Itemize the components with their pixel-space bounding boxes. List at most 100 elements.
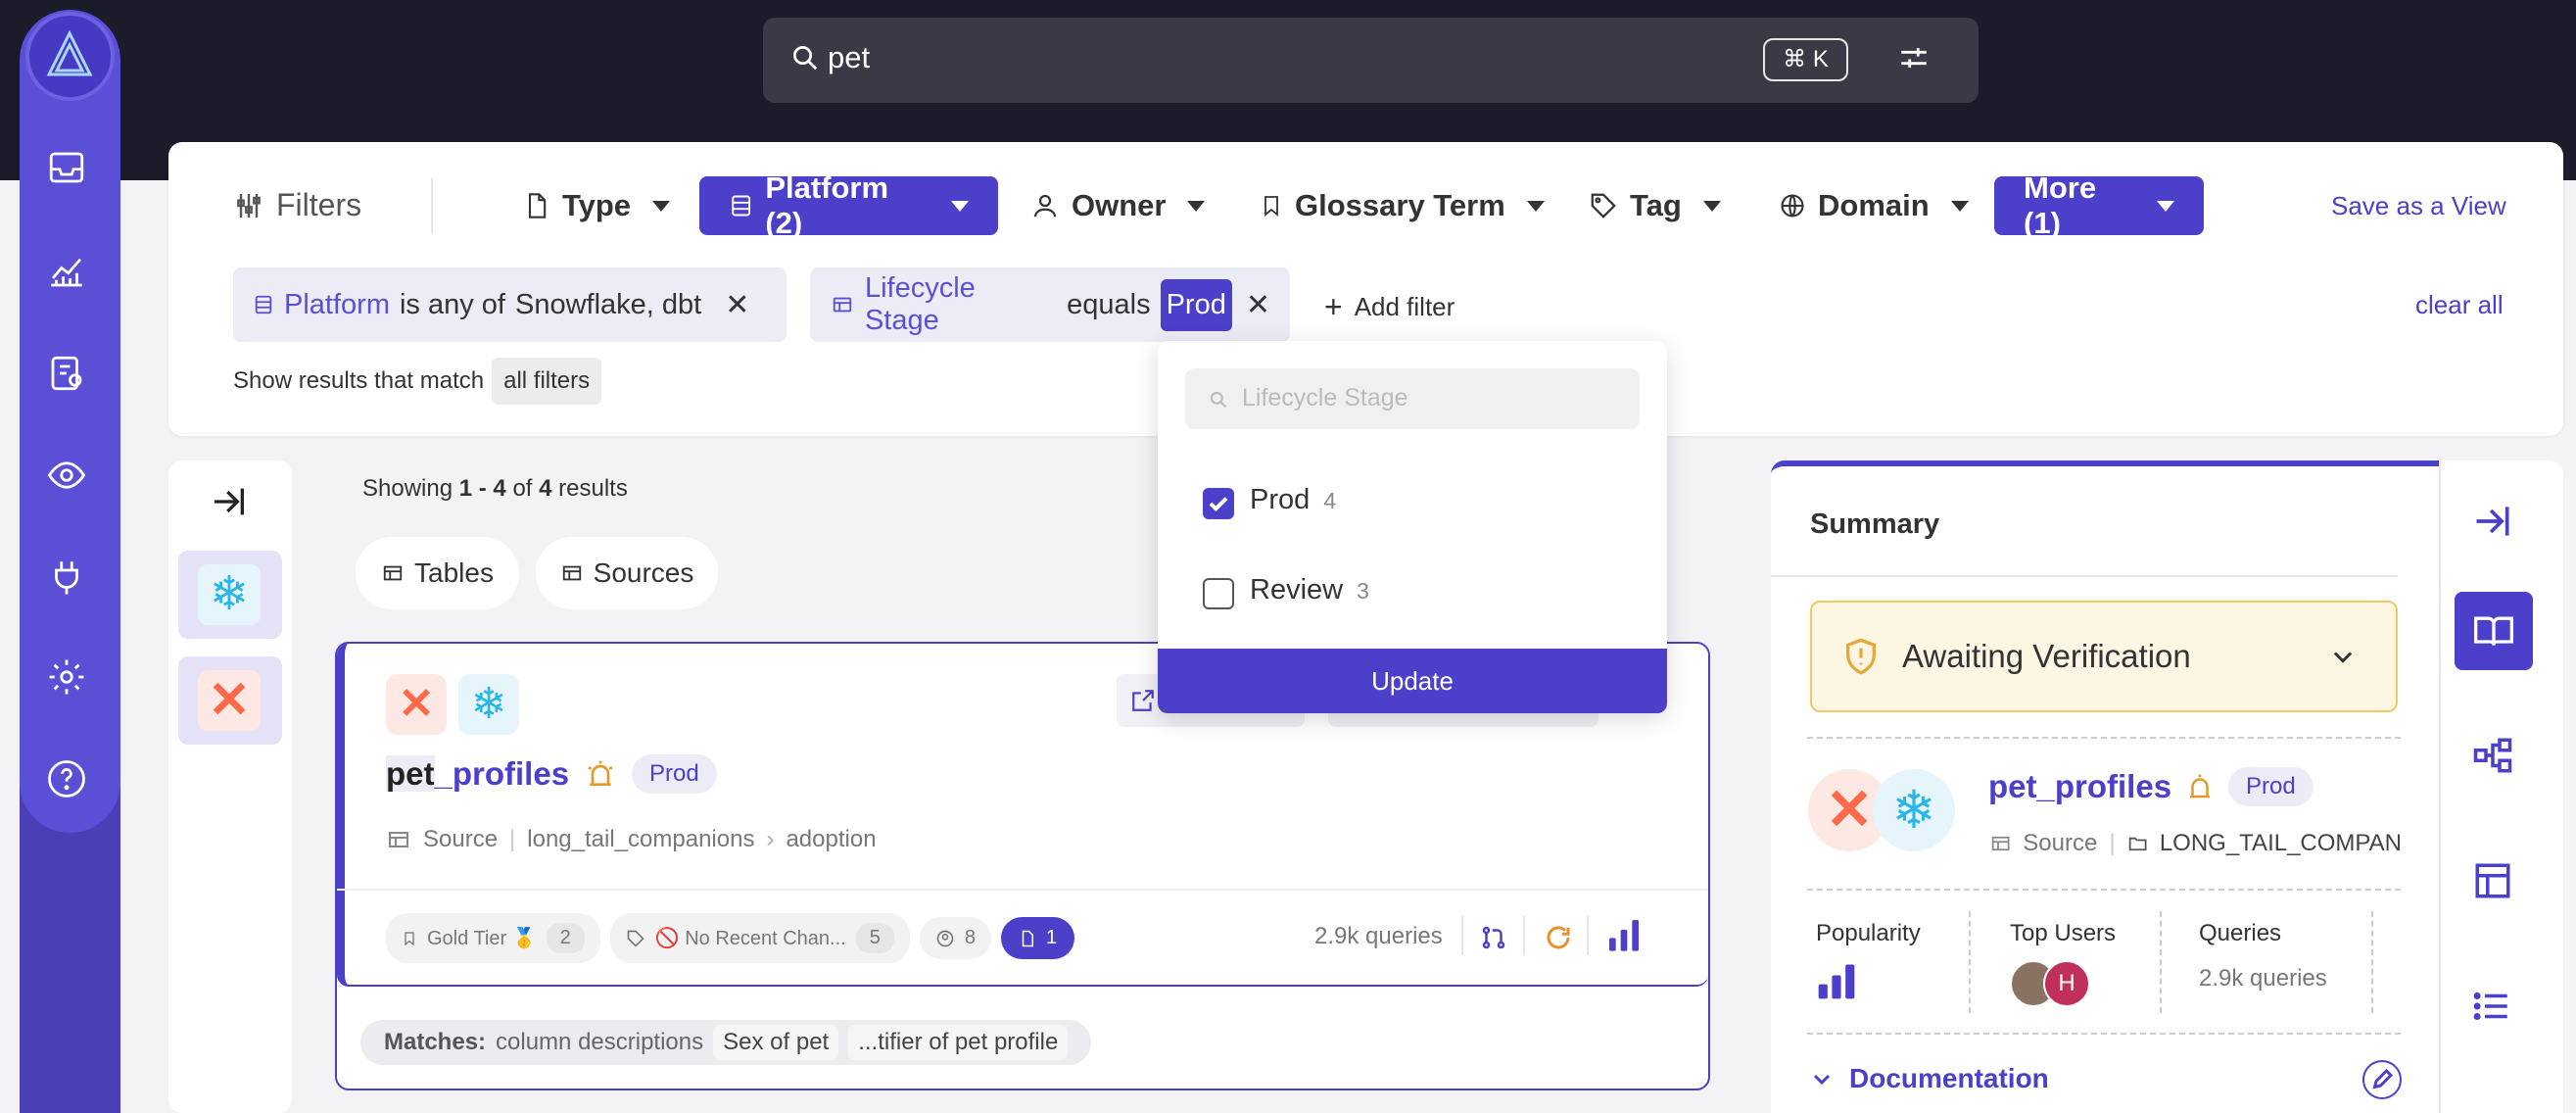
add-filter-button[interactable]: + Add filter	[1324, 289, 1455, 325]
user-icon	[1033, 194, 1057, 218]
sources-tab[interactable]: Sources	[536, 537, 718, 609]
inbox-icon[interactable]	[46, 147, 95, 196]
search-shortcut: ⌘ K	[1763, 38, 1848, 81]
governance-icon[interactable]	[46, 353, 95, 402]
prod-option[interactable]: Prod 4	[1250, 484, 1336, 516]
summary-title: Summary	[1810, 508, 1940, 540]
type-filter[interactable]: Type	[523, 188, 671, 223]
matches-field: column descriptions	[496, 1029, 704, 1055]
platform-chip-op: is any of	[399, 288, 505, 320]
eye-icon[interactable]	[46, 455, 95, 504]
settings-gear-icon[interactable]	[46, 656, 95, 705]
chevron-down-icon	[1526, 200, 1545, 212]
platform-filter[interactable]: Platform (2)	[699, 170, 998, 240]
tag-label: Tag	[1630, 188, 1682, 222]
no-recent-label: 🚫 No Recent Chan...	[654, 928, 846, 949]
chevron-right-icon: ›	[766, 826, 775, 852]
pencil-icon	[2372, 1068, 2394, 1089]
summary-path[interactable]: LONG_TAIL_COMPAN	[2160, 830, 2402, 857]
collapse-panel-icon[interactable]	[2468, 500, 2517, 543]
domain-filter[interactable]: Domain	[1779, 188, 1969, 223]
snowflake-icon: ❄	[1873, 769, 1955, 851]
pull-request-icon[interactable]	[1479, 923, 1508, 952]
schema-layout-icon[interactable]	[2472, 860, 2513, 901]
chevron-down-icon	[1813, 1074, 1831, 1086]
queries-value: 2.9k queries	[2199, 965, 2327, 992]
card-divider	[337, 889, 1708, 891]
lifecycle-chip-value[interactable]: Prod	[1160, 278, 1232, 331]
result-stats-row: Gold Tier 🥇 2 🚫 No Recent Chan... 5 8 1	[386, 913, 1075, 963]
no-recent-changes-tag[interactable]: 🚫 No Recent Chan... 5	[609, 913, 910, 963]
glossary-label: Glossary Term	[1295, 188, 1505, 222]
review-option-label: Review	[1250, 574, 1344, 605]
docs-tag[interactable]: 1	[1000, 917, 1075, 959]
documentation-section[interactable]: Documentation	[1810, 1063, 2049, 1094]
results-count: Showing 1 - 4 of 4 results	[362, 475, 628, 503]
global-search[interactable]: pet ⌘ K	[763, 18, 1979, 103]
save-as-view-link[interactable]: Save as a View	[2331, 191, 2506, 221]
gold-tier-count: 2	[546, 923, 585, 953]
match-mode-select[interactable]: all filters	[492, 358, 602, 405]
dropdown-search[interactable]: Lifecycle Stage	[1185, 368, 1640, 429]
summary-title-row: pet_profiles Prod	[1988, 767, 2314, 806]
prod-checkbox[interactable]	[1203, 488, 1234, 519]
lifecycle-filter-chip[interactable]: Lifecycle Stage equals Prod ✕	[810, 267, 1290, 342]
database-icon	[255, 295, 272, 315]
analytics-icon[interactable]	[46, 251, 95, 300]
match-prefix: Show results that match	[233, 367, 485, 394]
domain-label: Domain	[1818, 188, 1930, 222]
chevron-down-icon	[951, 200, 969, 212]
verification-banner[interactable]: Awaiting Verification	[1810, 601, 2398, 712]
clear-all-link[interactable]: clear all	[2415, 290, 2504, 320]
refresh-icon[interactable]	[1544, 923, 1573, 952]
result-path[interactable]: long_tail_companions	[527, 826, 754, 853]
matches-label: Matches:	[384, 1029, 487, 1055]
list-icon[interactable]	[2470, 986, 2513, 1027]
tag-filter[interactable]: Tag	[1589, 188, 1721, 223]
more-filter[interactable]: More (1)	[1994, 170, 2204, 240]
result-breadcrumb: Source | long_tail_companions › adoption	[386, 826, 877, 853]
review-option-count: 3	[1357, 578, 1369, 604]
collapse-icon[interactable]	[210, 482, 249, 528]
app-logo[interactable]	[29, 16, 111, 97]
result-name[interactable]: pet_profiles	[386, 755, 569, 793]
review-option[interactable]: Review 3	[1250, 574, 1369, 606]
close-icon[interactable]: ✕	[725, 288, 749, 322]
user-circle-icon	[936, 930, 954, 946]
chevron-down-icon	[2333, 652, 2353, 663]
plug-icon[interactable]	[46, 556, 95, 605]
sliders-icon[interactable]	[1897, 41, 1931, 74]
summary-entity-name[interactable]: pet_profiles	[1988, 768, 2171, 805]
database-icon	[732, 195, 751, 217]
table-icon	[1991, 836, 2010, 851]
gold-tier-tag[interactable]: Gold Tier 🥇 2	[386, 913, 600, 963]
lineage-icon[interactable]	[2472, 735, 2513, 776]
avatar-h[interactable]: H	[2043, 960, 2090, 1007]
stats-divider	[1523, 916, 1525, 955]
tables-tab[interactable]: Tables	[356, 537, 519, 609]
glossary-term-filter[interactable]: Glossary Term	[1260, 188, 1545, 223]
result-subpath[interactable]: adoption	[786, 826, 876, 853]
chevron-down-icon	[1187, 200, 1206, 212]
edit-documentation-button[interactable]	[2362, 1060, 2402, 1099]
update-button[interactable]: Update	[1158, 649, 1667, 713]
platform-filter-chip[interactable]: Platform is any of Snowflake, dbt ✕	[233, 267, 787, 342]
platform-chip-value: Snowflake, dbt	[514, 288, 702, 320]
owner-filter[interactable]: Owner	[1030, 188, 1206, 223]
close-icon[interactable]: ✕	[1246, 288, 1270, 322]
plus-icon: +	[1324, 289, 1343, 324]
file-icon	[528, 193, 547, 218]
dropdown-search-placeholder: Lifecycle Stage	[1242, 384, 1408, 411]
help-icon[interactable]	[46, 758, 95, 807]
stats-divider	[1461, 916, 1463, 955]
dbt-platform-item[interactable]: ✕	[178, 656, 282, 745]
add-filter-label: Add filter	[1354, 292, 1455, 321]
chevron-down-icon	[1702, 200, 1721, 212]
more-label: More (1)	[2024, 170, 2097, 240]
owners-tag[interactable]: 8	[919, 917, 991, 959]
documentation-tab[interactable]	[2455, 592, 2533, 670]
snowflake-platform-item[interactable]: ❄	[178, 551, 282, 639]
review-checkbox[interactable]	[1203, 578, 1234, 609]
database-icon	[833, 297, 852, 313]
search-query[interactable]: pet	[828, 40, 870, 75]
